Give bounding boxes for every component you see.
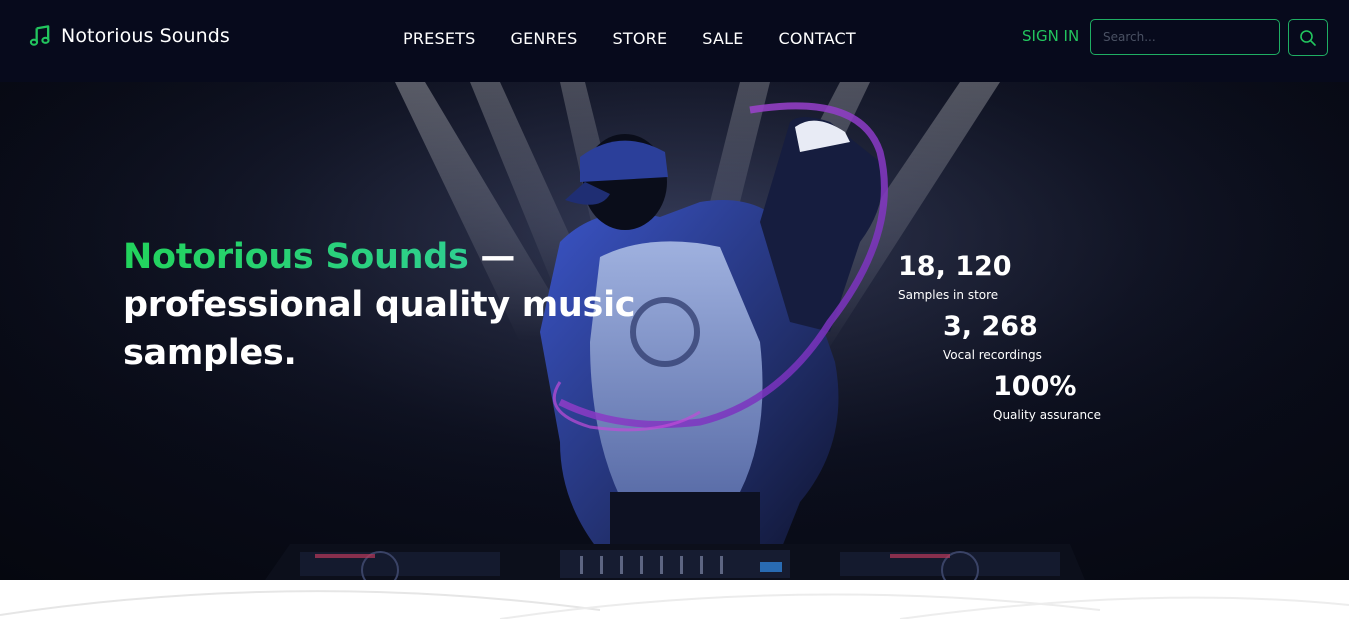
stat-value: 18, 120 <box>898 251 1012 284</box>
stat-label: Vocal recordings <box>943 348 1042 362</box>
brand-name: Notorious Sounds <box>61 25 230 47</box>
brand-logo[interactable]: Notorious Sounds <box>29 24 230 48</box>
sign-in-link[interactable]: SIGN IN <box>1022 27 1079 45</box>
stat-value-text: 18, 120 <box>898 251 1012 282</box>
hero-section: Notorious Sounds — professional quality … <box>0 82 1349 580</box>
main-nav: PRESETS GENRES STORE SALE CONTACT <box>403 29 856 48</box>
hero-headline-accent: Notorious Sounds <box>123 237 469 277</box>
stat-value-text: 100% <box>993 371 1077 402</box>
music-note-icon <box>29 25 50 46</box>
stat-label: Quality assurance <box>993 408 1102 422</box>
nav-presets[interactable]: PRESETS <box>403 29 475 48</box>
stat-value-text: 3, 268 <box>943 311 1038 342</box>
hero-headline-dash: — <box>468 237 516 277</box>
nav-store[interactable]: STORE <box>613 29 668 48</box>
search-icon <box>1300 29 1316 46</box>
decorative-arcs <box>0 590 1349 619</box>
site-header: Notorious Sounds PRESETS GENRES STORE SA… <box>0 0 1349 82</box>
content-section-top <box>0 580 1349 619</box>
search-button[interactable] <box>1288 19 1328 56</box>
search-input[interactable] <box>1090 19 1280 55</box>
stat-label: Samples in store <box>898 288 999 302</box>
nav-contact[interactable]: CONTACT <box>779 29 856 48</box>
stat-quality: 100% Quality assurance <box>993 372 1101 422</box>
hero-headline-rest: professional quality music samples. <box>123 285 636 373</box>
nav-genres[interactable]: GENRES <box>510 29 577 48</box>
nav-sale[interactable]: SALE <box>702 29 743 48</box>
stat-value: 3, 268 <box>943 311 1043 344</box>
hero-headline: Notorious Sounds — professional quality … <box>123 233 643 377</box>
stat-value: 100% <box>993 371 1085 404</box>
stat-samples: 18, 120 Samples in store <box>898 252 1012 302</box>
stat-vocals: 3, 268 Vocal recordings <box>943 311 1043 362</box>
